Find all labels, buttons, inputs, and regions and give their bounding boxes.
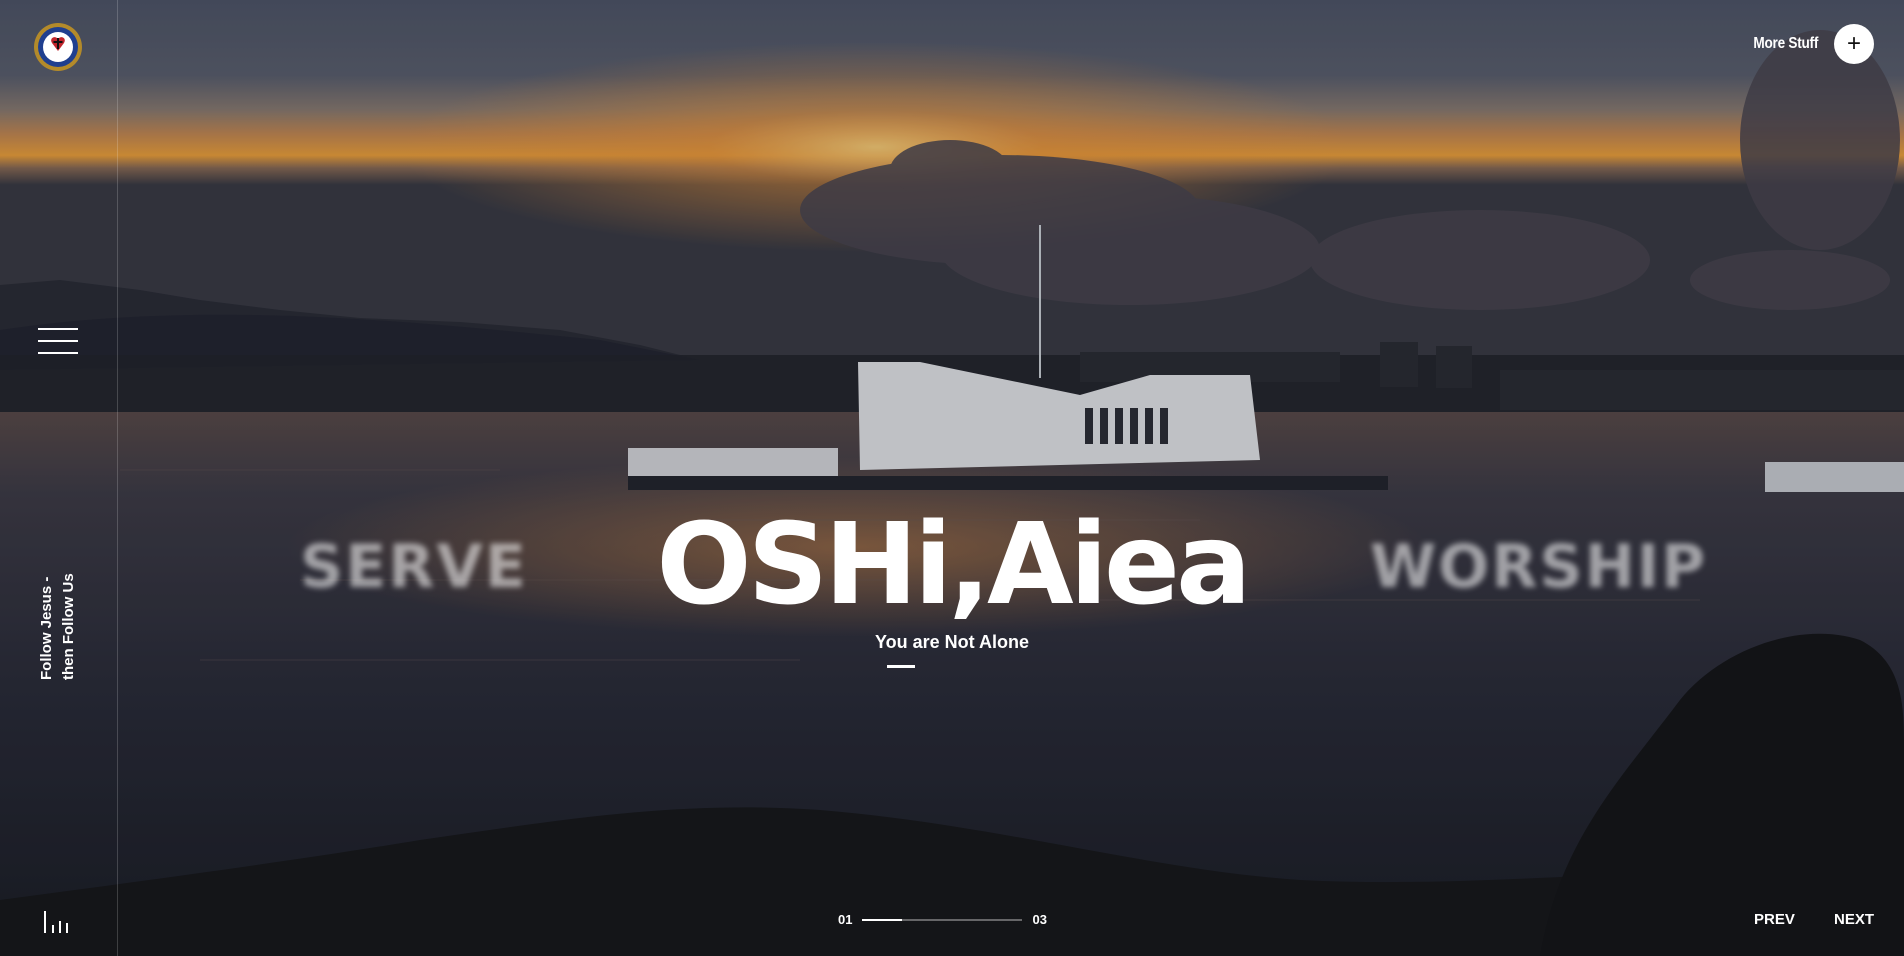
pager-current: 01 (838, 912, 853, 927)
luther-rose-logo-icon[interactable] (33, 22, 83, 72)
hero-title: OSHi,Aiea (656, 500, 1251, 630)
prev-button[interactable]: PREV (1754, 911, 1795, 928)
more-stuff-label: More Stuff (1753, 35, 1818, 52)
sound-bars-icon[interactable] (44, 909, 74, 933)
menu-line (38, 328, 78, 330)
pager-progress-track (862, 918, 1023, 921)
slide-pager: 01 03 (838, 912, 1047, 927)
hero-subtitle: You are Not Alone (874, 632, 1029, 652)
plus-icon: + (1834, 24, 1874, 64)
pager-total: 03 (1032, 912, 1047, 927)
menu-line (38, 352, 78, 354)
more-stuff-button[interactable]: More Stuff + (1742, 24, 1874, 64)
subtitle-underline (887, 665, 915, 668)
next-button[interactable]: NEXT (1834, 911, 1874, 928)
pager-progress-fill (862, 918, 903, 921)
hamburger-menu-icon[interactable] (38, 328, 78, 358)
menu-line (38, 340, 78, 342)
background-video-scene (0, 0, 1904, 956)
left-sidebar-rail: Follow Jesus - then Follow Us (0, 0, 118, 956)
